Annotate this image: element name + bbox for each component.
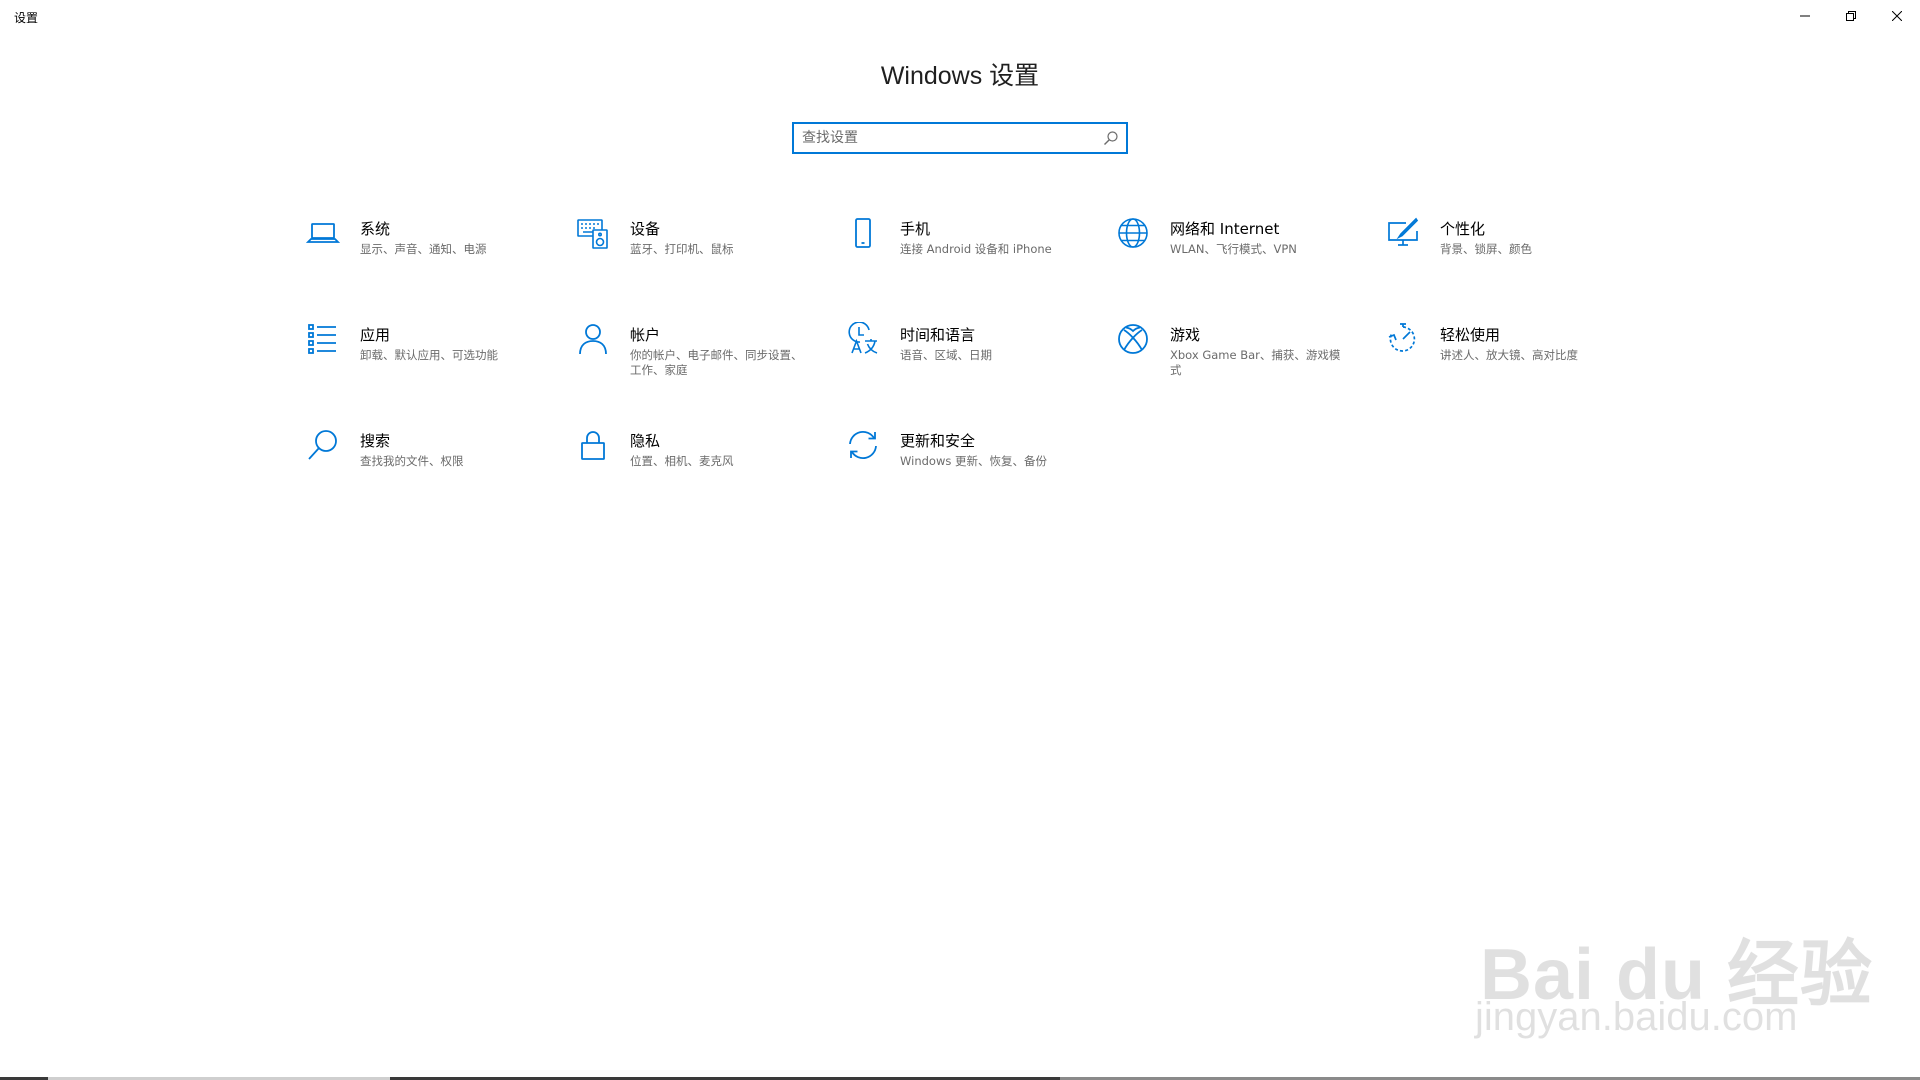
- close-button[interactable]: [1874, 0, 1920, 32]
- tile-phone[interactable]: 手机 连接 Android 设备和 iPhone: [840, 210, 1090, 290]
- search-icon[interactable]: [1103, 130, 1119, 146]
- window-title: 设置: [14, 11, 39, 25]
- tile-title: 个性化: [1440, 220, 1486, 238]
- tile-title: 手机: [900, 220, 931, 238]
- tile-title: 应用: [360, 326, 391, 344]
- phone-icon: [846, 216, 888, 258]
- minimize-button[interactable]: [1782, 0, 1828, 32]
- sync-icon: [846, 428, 888, 470]
- tile-title: 轻松使用: [1440, 326, 1501, 344]
- time-language-icon: [846, 322, 888, 364]
- list-icon: [306, 322, 348, 364]
- tile-desc: 背景、锁屏、颜色: [1440, 242, 1532, 256]
- tile-title: 搜索: [360, 432, 391, 450]
- tile-accounts[interactable]: 帐户 你的帐户、电子邮件、同步设置、工作、家庭: [570, 316, 820, 396]
- xbox-icon: [1116, 322, 1158, 364]
- tile-title: 网络和 Internet: [1170, 220, 1280, 238]
- globe-icon: [1116, 216, 1158, 258]
- minimize-icon: [1800, 15, 1810, 17]
- close-icon: [1892, 11, 1902, 21]
- tile-desc: 查找我的文件、权限: [360, 454, 464, 468]
- laptop-icon: [306, 216, 348, 258]
- keyboard-speaker-icon: [576, 216, 618, 258]
- tile-desc: 位置、相机、麦克风: [630, 454, 734, 468]
- tile-desc: 连接 Android 设备和 iPhone: [900, 242, 1052, 256]
- tile-update-security[interactable]: 更新和安全 Windows 更新、恢复、备份: [840, 422, 1090, 502]
- title-bar: 设置: [0, 0, 1920, 32]
- watermark-url: jingyan.baidu.com: [1475, 995, 1798, 1039]
- tile-time-language[interactable]: 时间和语言 语音、区域、日期: [840, 316, 1090, 396]
- search-input[interactable]: [802, 128, 1092, 148]
- search-icon: [306, 428, 348, 470]
- tile-title: 更新和安全: [900, 432, 976, 450]
- tile-desc: 你的帐户、电子邮件、同步设置、工作、家庭: [630, 348, 803, 377]
- tile-network[interactable]: 网络和 Internet WLAN、飞行模式、VPN: [1110, 210, 1360, 290]
- tile-title: 游戏: [1170, 326, 1201, 344]
- tile-title: 隐私: [630, 432, 661, 450]
- search-box[interactable]: [792, 122, 1128, 154]
- restore-button[interactable]: [1828, 0, 1874, 32]
- page-title: Windows 设置: [880, 62, 1040, 90]
- tile-desc: WLAN、飞行模式、VPN: [1170, 242, 1297, 256]
- tile-apps[interactable]: 应用 卸载、默认应用、可选功能: [300, 316, 550, 396]
- accessibility-timer-icon: [1386, 322, 1428, 364]
- tile-personalization[interactable]: 个性化 背景、锁屏、颜色: [1380, 210, 1630, 290]
- tile-desc: Windows 更新、恢复、备份: [900, 454, 1047, 468]
- restore-icon: [1846, 11, 1856, 21]
- tile-title: 帐户: [630, 326, 661, 344]
- person-icon: [576, 322, 618, 364]
- tile-search[interactable]: 搜索 查找我的文件、权限: [300, 422, 550, 502]
- tile-desc: 蓝牙、打印机、鼠标: [630, 242, 734, 256]
- tile-gaming[interactable]: 游戏 Xbox Game Bar、捕获、游戏模式: [1110, 316, 1360, 396]
- tile-desc: 语音、区域、日期: [900, 348, 992, 362]
- lock-icon: [576, 428, 618, 470]
- paint-monitor-icon: [1386, 216, 1428, 258]
- tile-title: 系统: [360, 220, 391, 238]
- tile-desc: 显示、声音、通知、电源: [360, 242, 487, 256]
- tile-system[interactable]: 系统 显示、声音、通知、电源: [300, 210, 550, 290]
- window-controls: [1782, 0, 1920, 32]
- tile-devices[interactable]: 设备 蓝牙、打印机、鼠标: [570, 210, 820, 290]
- tile-ease-of-access[interactable]: 轻松使用 讲述人、放大镜、高对比度: [1380, 316, 1630, 396]
- tile-desc: Xbox Game Bar、捕获、游戏模式: [1170, 348, 1341, 377]
- tile-title: 设备: [630, 220, 661, 238]
- tile-desc: 卸载、默认应用、可选功能: [360, 348, 498, 362]
- tile-privacy[interactable]: 隐私 位置、相机、麦克风: [570, 422, 820, 502]
- tile-title: 时间和语言: [900, 326, 976, 344]
- tile-desc: 讲述人、放大镜、高对比度: [1440, 348, 1578, 362]
